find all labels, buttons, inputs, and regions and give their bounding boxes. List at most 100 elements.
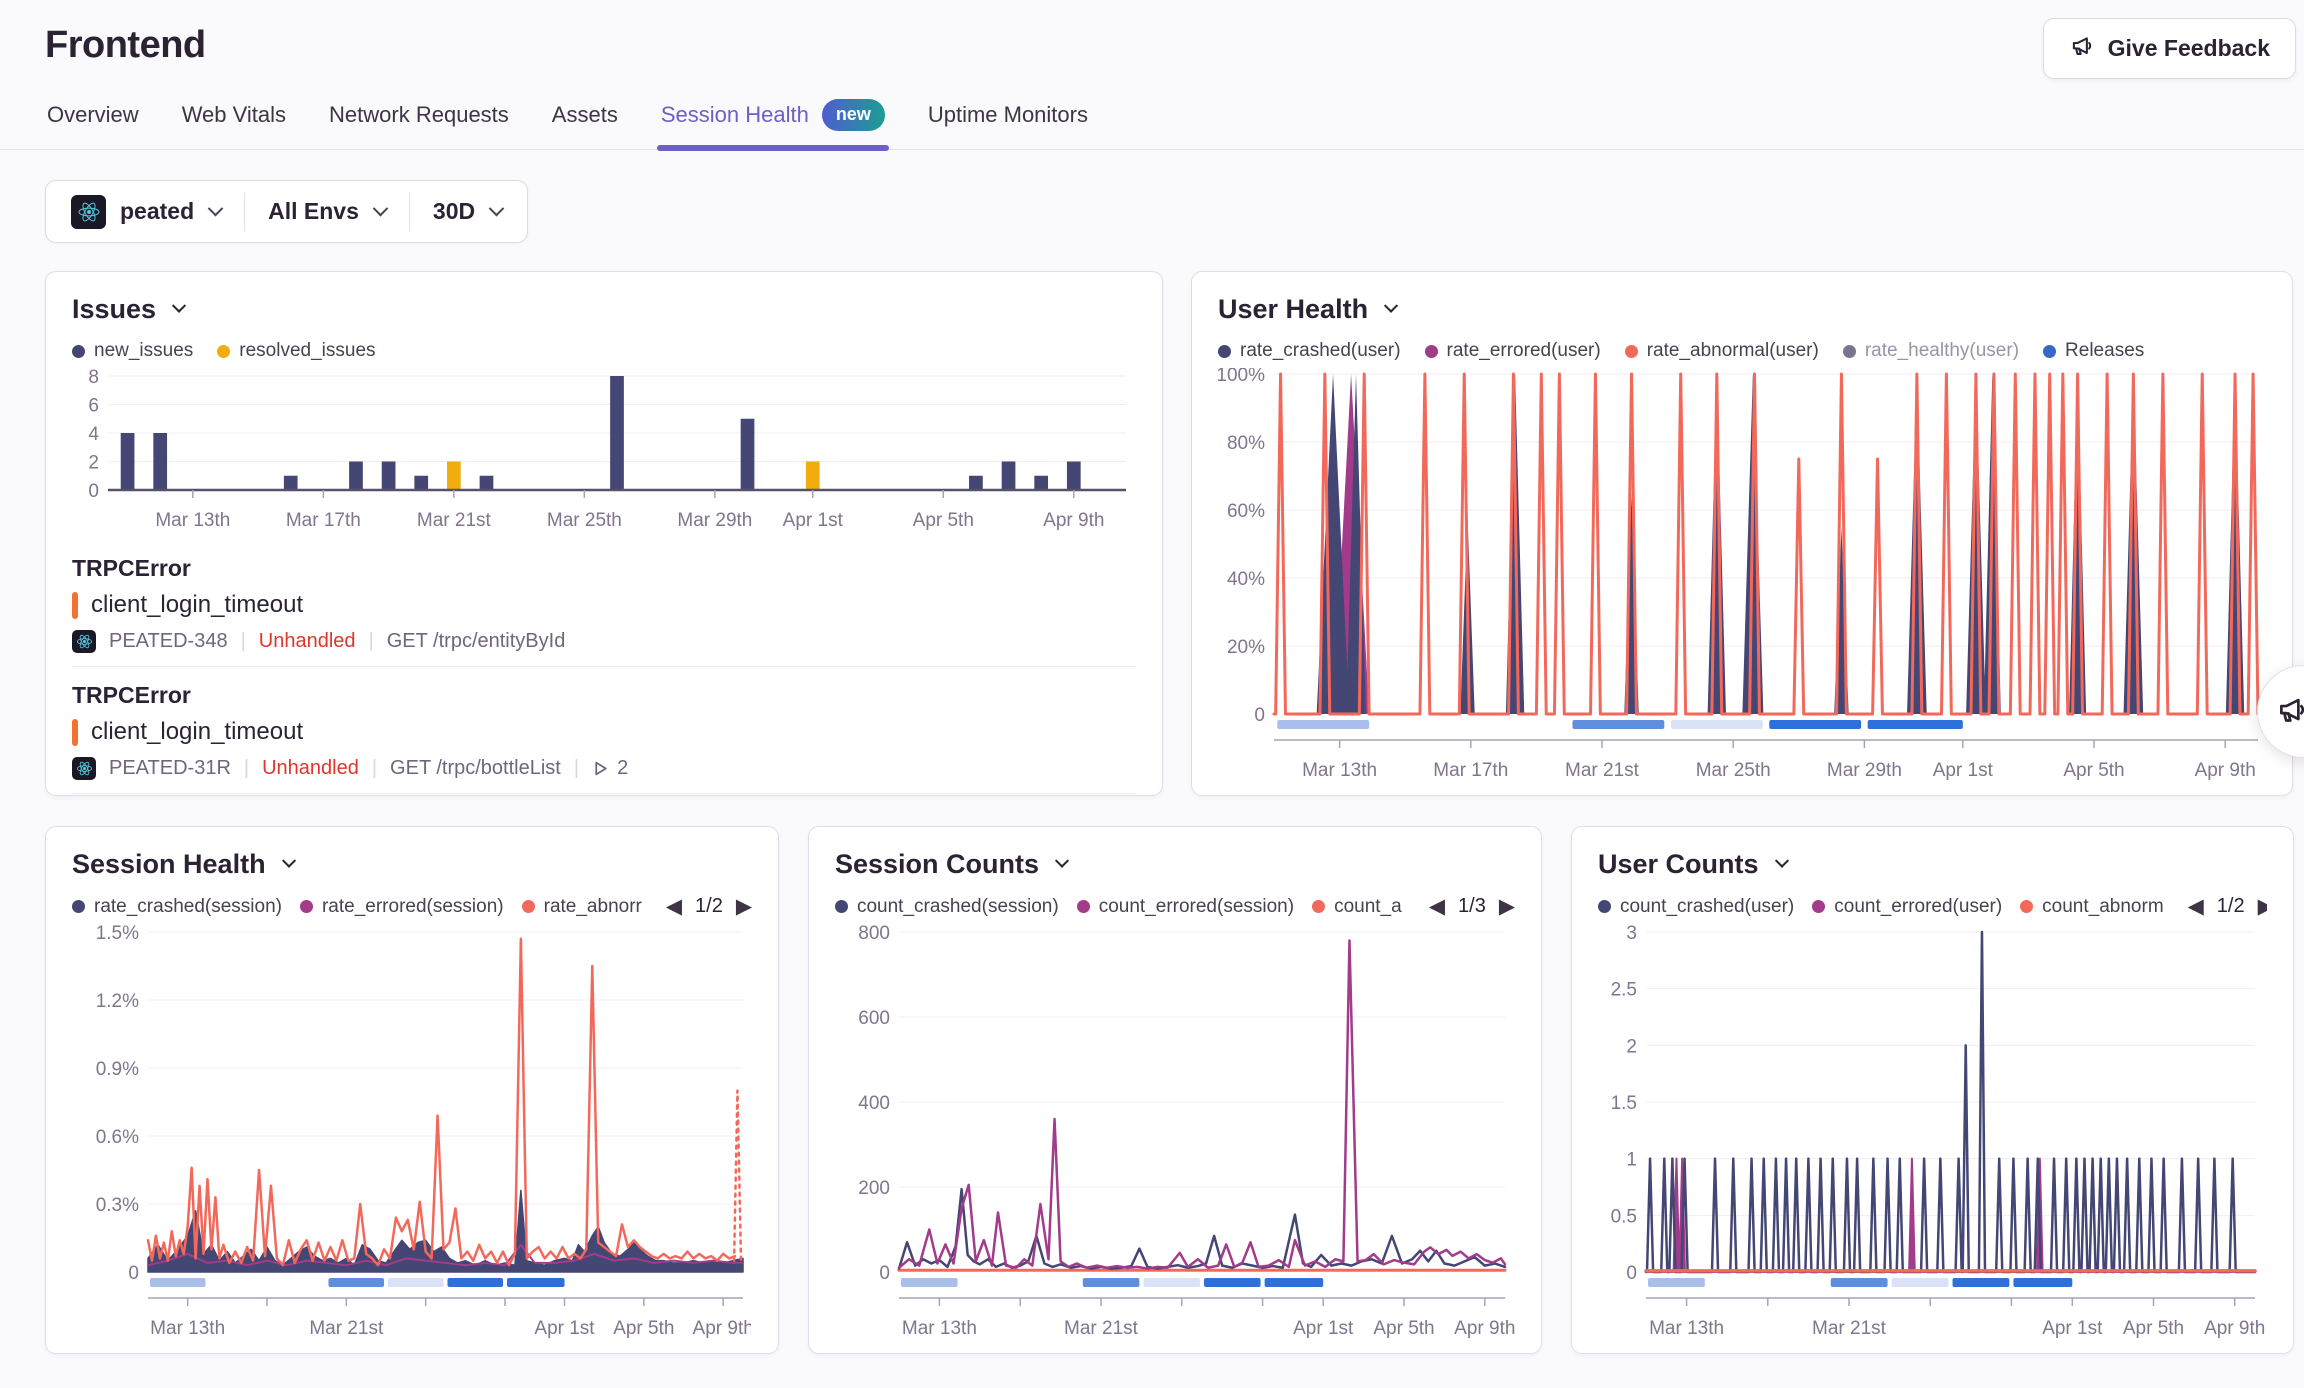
legend-rate-errored-session[interactable]: rate_errored(session)	[300, 896, 504, 918]
legend-rate-abnormal-user[interactable]: rate_abnormal(user)	[1625, 340, 1819, 362]
tab-network-requests[interactable]: Network Requests	[327, 93, 511, 149]
svg-text:8: 8	[88, 368, 99, 388]
session-health-panel: Session Health rate_crashed(session) rat…	[45, 826, 779, 1354]
chevron-down-icon	[281, 853, 295, 867]
date-range-filter[interactable]: 30D	[410, 198, 525, 225]
environment-filter[interactable]: All Envs	[245, 198, 409, 225]
svg-text:1: 1	[1626, 1150, 1637, 1171]
legend-rate-crashed-user[interactable]: rate_crashed(user)	[1218, 340, 1401, 362]
svg-text:Mar 13th: Mar 13th	[155, 510, 230, 531]
project-filter[interactable]: peated	[48, 195, 244, 229]
svg-text:Mar 21st: Mar 21st	[309, 1318, 384, 1339]
session-counts-panel: Session Counts count_crashed(session) co…	[808, 826, 1542, 1354]
series-dot-icon	[2020, 900, 2033, 913]
svg-text:Apr 5th: Apr 5th	[913, 510, 974, 531]
pager-page: 1/2	[2217, 895, 2245, 918]
issue-transaction: GET /trpc/entityById	[387, 630, 566, 653]
pager-page: 1/3	[1458, 895, 1486, 918]
svg-text:1.5: 1.5	[1611, 1093, 1637, 1114]
issue-title: client_login_timeout	[72, 718, 1136, 746]
issues-panel-title[interactable]: Issues	[72, 294, 1136, 325]
series-dot-icon	[1312, 900, 1325, 913]
meta-divider	[244, 757, 249, 780]
svg-text:Apr 1st: Apr 1st	[783, 510, 844, 531]
legend-count-abnormal-session[interactable]: count_a	[1312, 896, 1402, 918]
pager-prev-icon[interactable]: ◀	[1429, 896, 1445, 917]
legend-count-crashed-session[interactable]: count_crashed(session)	[835, 896, 1059, 918]
megaphone-icon	[2069, 33, 2095, 65]
legend-pager: ◀ 1/2 ▶	[660, 895, 752, 918]
series-dot-icon	[1077, 900, 1090, 913]
tab-assets[interactable]: Assets	[550, 93, 620, 149]
session-health-chart[interactable]: 00.3%0.6%0.9%1.2%1.5%Mar 13thMar 21stApr…	[72, 924, 751, 1342]
session-counts-panel-title[interactable]: Session Counts	[835, 849, 1515, 880]
svg-text:800: 800	[858, 924, 890, 944]
issue-error-type: TRPCError	[72, 682, 1136, 709]
tab-web-vitals[interactable]: Web Vitals	[180, 93, 288, 149]
user-health-chart[interactable]: 020%40%60%80%100%Mar 13thMar 17thMar 21s…	[1218, 368, 2266, 784]
issue-row[interactable]: TRPCError client_login_timeout PEATED-34…	[72, 540, 1136, 667]
give-feedback-button[interactable]: Give Feedback	[2043, 18, 2296, 79]
tab-session-health[interactable]: Session Health new	[659, 93, 887, 149]
legend-pager: ◀ 1/2 ▶	[2182, 895, 2267, 918]
tab-overview[interactable]: Overview	[45, 93, 141, 149]
legend-releases[interactable]: Releases	[2043, 340, 2144, 362]
legend-rate-healthy-user[interactable]: rate_healthy(user)	[1843, 340, 2019, 362]
series-dot-icon	[522, 900, 535, 913]
issues-legend: new_issues resolved_issues	[72, 340, 1136, 362]
svg-text:1.5%: 1.5%	[96, 924, 139, 944]
issue-error-type: TRPCError	[72, 555, 1136, 582]
svg-text:2.5: 2.5	[1611, 980, 1637, 1001]
svg-text:Apr 1st: Apr 1st	[1293, 1318, 1354, 1339]
legend-count-abnormal-user[interactable]: count_abnorm	[2020, 896, 2163, 918]
session-counts-chart[interactable]: 0200400600800Mar 13thMar 21stApr 1stApr …	[835, 924, 1515, 1342]
legend-resolved-issues[interactable]: resolved_issues	[217, 340, 375, 362]
issues-bar-chart[interactable]: 02468Mar 13thMar 17thMar 21stMar 25thMar…	[72, 368, 1136, 540]
svg-text:Apr 5th: Apr 5th	[1373, 1318, 1434, 1339]
legend-new-issues[interactable]: new_issues	[72, 340, 193, 362]
pager-next-icon[interactable]: ▶	[2258, 896, 2267, 917]
svg-text:Apr 9th: Apr 9th	[2195, 760, 2256, 781]
legend-count-errored-session[interactable]: count_errored(session)	[1077, 896, 1294, 918]
legend-rate-errored-user[interactable]: rate_errored(user)	[1425, 340, 1601, 362]
svg-text:Mar 13th: Mar 13th	[902, 1318, 977, 1339]
user-health-legend: rate_crashed(user) rate_errored(user) ra…	[1218, 340, 2266, 362]
svg-text:Apr 5th: Apr 5th	[2123, 1318, 2184, 1339]
tab-bar: Overview Web Vitals Network Requests Ass…	[0, 93, 2304, 150]
megaphone-icon	[2275, 693, 2304, 730]
series-dot-icon	[1625, 345, 1638, 358]
legend-rate-crashed-session[interactable]: rate_crashed(session)	[72, 896, 282, 918]
react-project-icon	[72, 630, 96, 653]
svg-text:Mar 21st: Mar 21st	[1565, 760, 1640, 781]
svg-text:Mar 29th: Mar 29th	[677, 510, 752, 531]
issue-row[interactable]: TRPCError client_login_timeout PEATED-31…	[72, 667, 1136, 794]
pager-prev-icon[interactable]: ◀	[666, 896, 682, 917]
legend-count-crashed-user[interactable]: count_crashed(user)	[1598, 896, 1794, 918]
svg-text:0.5: 0.5	[1611, 1206, 1637, 1227]
unhandled-tag: Unhandled	[262, 757, 359, 780]
user-counts-panel-title[interactable]: User Counts	[1598, 849, 2267, 880]
pager-next-icon[interactable]: ▶	[736, 896, 752, 917]
svg-text:0: 0	[1626, 1263, 1637, 1284]
legend-rate-abnormal-session[interactable]: rate_abnorr	[522, 896, 642, 918]
svg-text:Mar 17th: Mar 17th	[286, 510, 361, 531]
series-dot-icon	[1598, 900, 1611, 913]
svg-text:Mar 25th: Mar 25th	[547, 510, 622, 531]
svg-text:Apr 5th: Apr 5th	[613, 1318, 674, 1339]
legend-count-errored-user[interactable]: count_errored(user)	[1812, 896, 2002, 918]
series-dot-icon	[1843, 345, 1856, 358]
svg-text:Apr 9th: Apr 9th	[1043, 510, 1104, 531]
date-range-filter-value: 30D	[433, 198, 475, 225]
session-health-panel-title[interactable]: Session Health	[72, 849, 752, 880]
series-dot-icon	[835, 900, 848, 913]
pager-next-icon[interactable]: ▶	[1499, 896, 1515, 917]
session-counts-legend: count_crashed(session) count_errored(ses…	[835, 895, 1515, 918]
svg-text:0.6%: 0.6%	[96, 1127, 139, 1148]
svg-text:Mar 21st: Mar 21st	[417, 510, 492, 531]
project-filter-value: peated	[120, 198, 194, 225]
chevron-down-icon	[1384, 298, 1398, 312]
tab-uptime-monitors[interactable]: Uptime Monitors	[926, 93, 1090, 149]
user-counts-chart[interactable]: 00.511.522.53Mar 13thMar 21stApr 1stApr …	[1598, 924, 2265, 1342]
user-health-panel-title[interactable]: User Health	[1218, 294, 2266, 325]
pager-prev-icon[interactable]: ◀	[2188, 896, 2204, 917]
